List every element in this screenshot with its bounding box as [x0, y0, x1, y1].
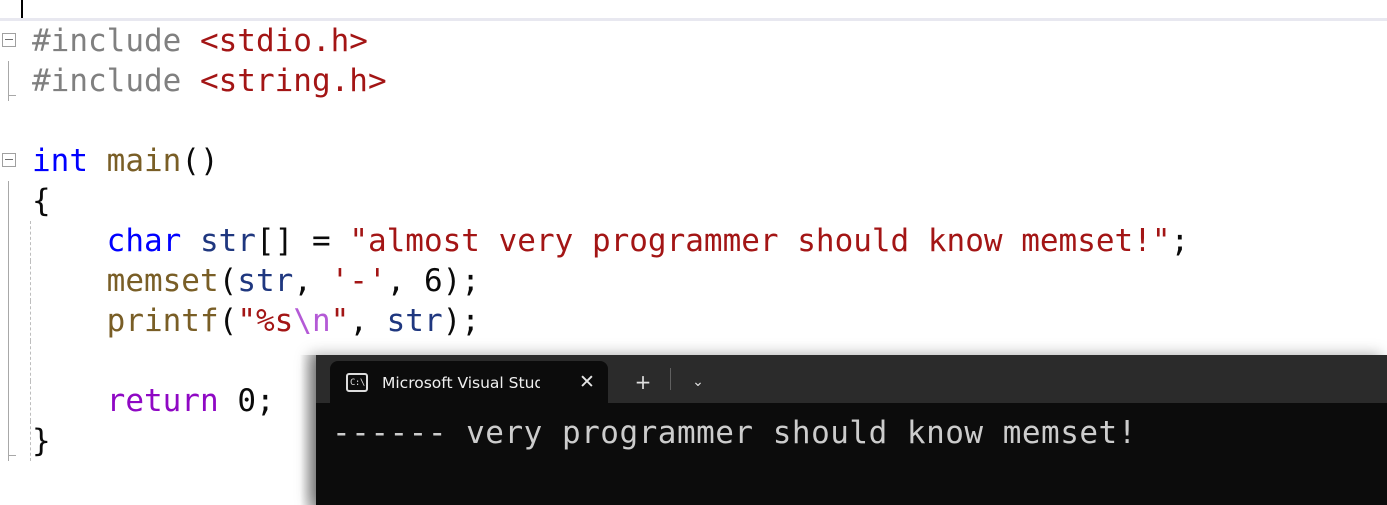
token-punc: { — [32, 183, 51, 219]
code-line-include-string[interactable]: #include <string.h> — [0, 61, 1387, 101]
token-var: str — [237, 263, 294, 299]
token-punc: () — [181, 143, 219, 179]
token-esc: \n — [293, 303, 331, 339]
code-line-text: #include <string.h> — [32, 63, 387, 99]
token-pp: #include — [32, 23, 200, 59]
console-icon: C:\ — [346, 372, 368, 392]
code-line-text: printf("%s\n", str); — [32, 303, 480, 339]
fold-guide-line — [8, 301, 9, 341]
token-fn: main — [106, 143, 182, 179]
token-var: str — [386, 303, 443, 339]
fold-guide-line — [8, 381, 9, 421]
token-punc: [] = — [255, 223, 350, 259]
collapse-icon[interactable] — [2, 33, 16, 47]
code-line-int-main[interactable]: int main() — [0, 141, 1387, 181]
fold-guide-end — [8, 95, 16, 96]
token-punc: , — [293, 263, 331, 299]
token-fn: printf — [106, 303, 219, 339]
code-line-char-str-decl[interactable]: char str[] = "almost very programmer sho… — [0, 221, 1387, 261]
code-line-text: char str[] = "almost very programmer sho… — [32, 223, 1190, 259]
fold-guide-line — [8, 181, 9, 221]
editor-caret-line[interactable] — [0, 0, 1387, 21]
token-fn: memset — [106, 263, 219, 299]
token-str: <stdio.h> — [199, 23, 368, 59]
code-line-text: } — [32, 423, 51, 459]
code-line-open-brace[interactable]: { — [0, 181, 1387, 221]
token-punc: , — [386, 263, 424, 299]
code-line-text: { — [32, 183, 51, 219]
terminal-output-area[interactable]: ------ very programmer should know memse… — [316, 403, 1387, 505]
token-str: <string.h> — [199, 63, 387, 99]
indent-guide — [30, 421, 31, 461]
token-kw: char — [106, 223, 200, 259]
chevron-down-icon[interactable]: ⌄ — [681, 361, 715, 403]
terminal-output-line: ------ very programmer should know memse… — [332, 415, 1137, 451]
token-punc — [32, 223, 107, 259]
indent-guide — [30, 221, 31, 261]
token-str: "almost very programmer should know mems… — [349, 223, 1171, 259]
code-line-text: return 0; — [32, 383, 275, 419]
close-icon[interactable]: ✕ — [572, 367, 602, 397]
token-pp: #include — [32, 63, 200, 99]
token-var: str — [199, 223, 256, 259]
code-line-blank-1[interactable] — [0, 101, 1387, 141]
token-str: "%s — [237, 303, 294, 339]
terminal-tab-bar[interactable]: C:\ Microsoft Visual Studio 调试控制台 ✕ + ⌄ — [316, 355, 1387, 403]
indent-guide — [30, 301, 31, 341]
indent-guide — [30, 381, 31, 421]
token-punc: } — [32, 423, 51, 459]
token-punc — [32, 383, 107, 419]
fold-guide-end — [8, 455, 16, 456]
token-num: 6 — [423, 263, 443, 299]
new-tab-button[interactable]: + — [626, 361, 660, 403]
token-punc: , — [349, 303, 387, 339]
code-line-include-stdio[interactable]: #include <stdio.h> — [0, 21, 1387, 61]
text-cursor — [21, 0, 23, 19]
fold-guide-line — [8, 221, 9, 261]
token-str: '-' — [330, 263, 387, 299]
indent-guide — [30, 261, 31, 301]
token-punc — [32, 263, 107, 299]
code-line-printf-call[interactable]: printf("%s\n", str); — [0, 301, 1387, 341]
token-punc — [32, 303, 107, 339]
token-punc: ; — [1170, 223, 1190, 259]
collapse-icon[interactable] — [2, 153, 16, 167]
terminal-tab-title: Microsoft Visual Studio 调试控制台 — [382, 374, 540, 392]
token-kw2: return — [106, 383, 238, 419]
token-punc: ); — [442, 263, 480, 299]
token-punc: ; — [255, 383, 275, 419]
token-str: " — [330, 303, 350, 339]
terminal-tab[interactable]: C:\ Microsoft Visual Studio 调试控制台 ✕ — [330, 361, 608, 403]
code-line-text: int main() — [32, 143, 219, 179]
token-kw: int — [32, 143, 107, 179]
console-icon-glyph: C:\ — [350, 377, 365, 388]
code-line-text: memset(str, '-', 6); — [32, 263, 480, 299]
token-punc: ( — [218, 303, 238, 339]
indent-guide — [30, 341, 31, 381]
fold-guide-line — [8, 261, 9, 301]
fold-guide-line — [8, 341, 9, 381]
tab-bar-separator — [670, 368, 671, 390]
code-line-text: #include <stdio.h> — [32, 23, 368, 59]
token-punc: ); — [442, 303, 480, 339]
code-line-memset-call[interactable]: memset(str, '-', 6); — [0, 261, 1387, 301]
debug-console-window[interactable]: C:\ Microsoft Visual Studio 调试控制台 ✕ + ⌄ … — [316, 355, 1387, 505]
token-num: 0 — [237, 383, 256, 419]
token-punc: ( — [218, 263, 238, 299]
